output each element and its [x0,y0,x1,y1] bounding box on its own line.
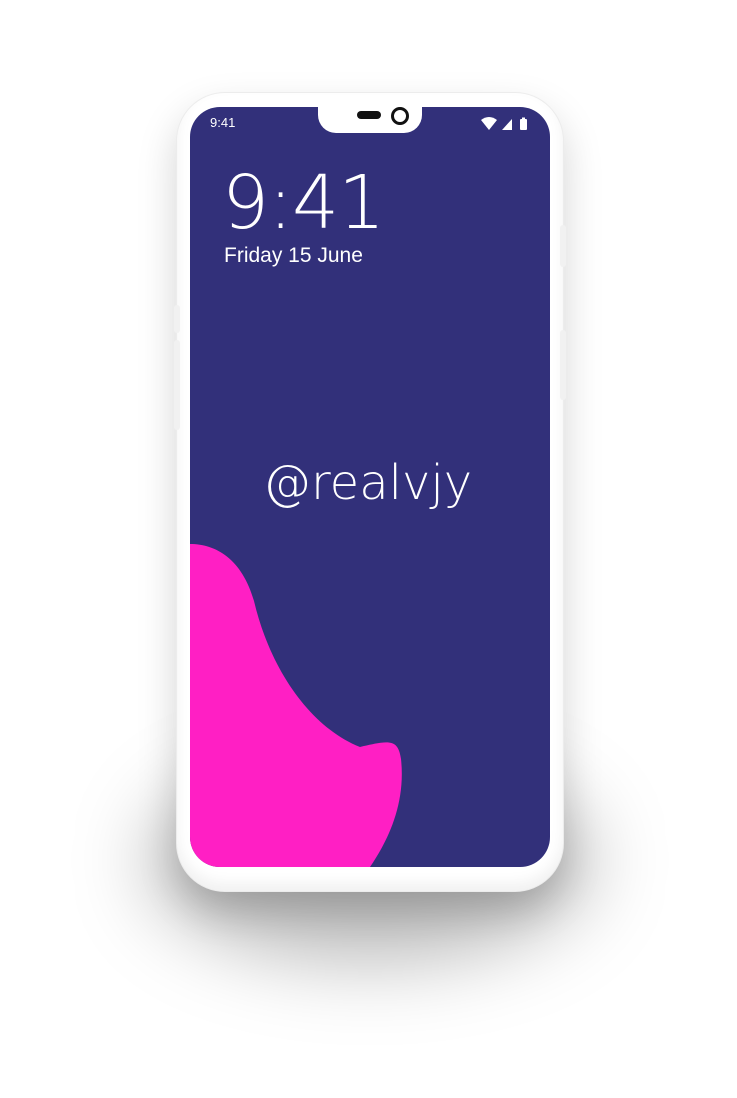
power-button [560,225,566,267]
status-time: 9:41 [210,115,236,130]
left-volume-button [174,340,180,430]
lock-clock: 9:41 [222,160,385,246]
lock-date: Friday 15 June [224,244,363,267]
battery-icon [520,117,527,130]
mockup-stage: 9:41 9:41 Friday 15 June @realvjy [0,0,737,1098]
author-handle: @realvjy [263,455,473,511]
signal-icon [502,119,512,130]
left-side-button [174,305,180,333]
wifi-icon [481,117,497,130]
status-icons [480,116,532,130]
front-camera-icon [391,107,409,125]
speaker-grille [357,111,381,119]
volume-button [560,330,566,400]
